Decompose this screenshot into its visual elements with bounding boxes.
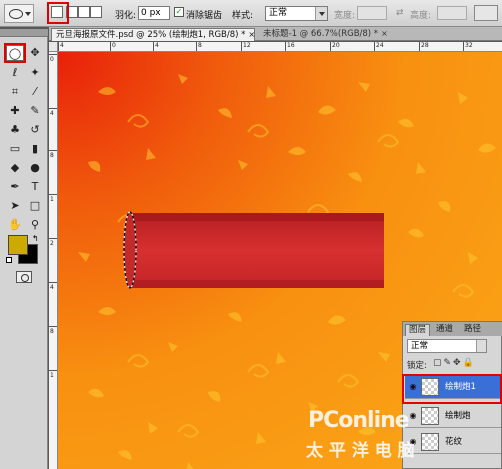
lasso-tool[interactable]: ℓ	[6, 65, 24, 81]
crop-tool[interactable]: ⌗	[6, 84, 24, 100]
intersect-selection-button[interactable]	[90, 6, 102, 18]
options-bar: 羽化: 0 px ✓ 消除锯齿 样式: 正常 宽度: ⇄ 高度:	[0, 0, 502, 27]
lock-icons[interactable]: ▢✎✥🔒	[433, 358, 476, 368]
zoom-tool[interactable]: ⚲	[26, 217, 44, 233]
tab-paths[interactable]: 路径	[461, 324, 484, 336]
tab-document-2[interactable]: 未标题-1 @ 66.7%(RGB/8) * ×	[259, 28, 424, 41]
clone-stamp-tool[interactable]: ♣	[6, 122, 24, 138]
watermark-chinese: 太 平 洋 电 脑	[306, 441, 415, 461]
chevron-down-icon	[315, 7, 327, 20]
subtract-from-selection-button[interactable]	[78, 6, 90, 18]
annotation-highlight	[402, 374, 502, 404]
layers-panel-tabs: 图层 通道 路径	[403, 322, 502, 336]
eraser-tool[interactable]: ▭	[6, 141, 24, 157]
tab-document-1[interactable]: 元旦海报原文件.psd @ 25% (绘制炮1, RGB/8) * ×	[51, 28, 255, 41]
ruler-label: 1	[50, 372, 54, 379]
ruler-label: 4	[50, 284, 54, 291]
ruler-label: 4	[50, 110, 54, 117]
chevron-down-icon	[476, 340, 486, 352]
tab-layers[interactable]: 图层	[405, 324, 431, 336]
ruler-label: 1	[50, 196, 54, 203]
ruler-label: 2	[50, 240, 54, 247]
ruler-label: 16	[287, 42, 295, 49]
style-select[interactable]: 正常	[265, 6, 328, 21]
toolbox-grip[interactable]	[0, 29, 48, 37]
hand-tool[interactable]: ✋	[6, 217, 24, 233]
style-select-value: 正常	[269, 8, 288, 18]
swap-dimensions-icon[interactable]: ⇄	[396, 8, 404, 18]
close-icon[interactable]: ×	[381, 29, 388, 38]
refine-edge-button[interactable]	[474, 5, 498, 21]
feather-input[interactable]: 0 px	[138, 6, 170, 20]
type-tool[interactable]: T	[26, 179, 44, 195]
ruler-label: 4	[155, 42, 159, 49]
healing-brush-tool[interactable]: ✚	[6, 103, 24, 119]
height-label: 高度:	[410, 11, 432, 21]
path-selection-tool[interactable]: ➤	[6, 198, 24, 214]
magic-wand-tool[interactable]: ✦	[26, 65, 44, 81]
default-colors-icon[interactable]	[6, 257, 12, 263]
history-brush-tool[interactable]: ↺	[26, 122, 44, 138]
ellipse-icon	[9, 9, 23, 19]
tab-label: 未标题-1 @ 66.7%(RGB/8) *	[263, 29, 379, 39]
ruler-label: 20	[332, 42, 340, 49]
tab-label: 元旦海报原文件.psd @ 25% (绘制炮1, RGB/8) *	[56, 30, 246, 40]
document-tabs: 元旦海报原文件.psd @ 25% (绘制炮1, RGB/8) * × 未标题-1…	[49, 27, 502, 41]
height-input[interactable]	[437, 6, 467, 20]
watermark-brand: PConline	[308, 408, 410, 433]
ruler-label: 32	[465, 42, 473, 49]
feather-label: 羽化:	[115, 11, 137, 21]
quick-mask-button[interactable]	[16, 271, 32, 283]
ruler-label: 0	[112, 42, 116, 49]
blend-mode-select[interactable]: 正常	[407, 339, 487, 353]
pen-tool[interactable]: ✒	[6, 179, 24, 195]
antialias-label: 消除锯齿	[186, 11, 223, 21]
ruler-label: 8	[50, 152, 54, 159]
blur-tool[interactable]: ◆	[6, 160, 24, 176]
ruler-vertical: 0 4 8 1 2 4 8 1	[49, 52, 58, 469]
slice-tool[interactable]: ⁄	[26, 84, 44, 100]
brush-tool[interactable]: ✎	[26, 103, 44, 119]
swap-colors-icon[interactable]: ↰	[32, 234, 39, 243]
width-input[interactable]	[357, 6, 387, 20]
tab-channels[interactable]: 通道	[433, 324, 456, 336]
ruler-label: 8	[198, 42, 202, 49]
style-label: 样式:	[232, 11, 254, 21]
cylinder-body	[128, 213, 384, 288]
close-icon[interactable]: ×	[248, 30, 254, 39]
move-tool[interactable]: ✥	[26, 45, 44, 61]
annotation-highlight	[4, 43, 26, 63]
blend-mode-value: 正常	[411, 341, 429, 351]
antialias-checkbox[interactable]: ✓	[174, 7, 184, 17]
chevron-down-icon	[25, 12, 31, 16]
watermark: PConline 太 平 洋 电 脑	[296, 404, 502, 469]
ruler-label: 12	[243, 42, 251, 49]
gradient-tool[interactable]: ▮	[26, 141, 44, 157]
ruler-label: 0	[50, 56, 54, 63]
ruler-label: 4	[60, 42, 64, 49]
shape-tool[interactable]: □	[26, 198, 44, 214]
width-label: 宽度:	[334, 11, 356, 21]
tool-preset-picker[interactable]	[4, 4, 34, 23]
lock-label: 锁定:	[407, 361, 427, 371]
dodge-tool[interactable]: ●	[26, 160, 44, 176]
ruler-horizontal: 4 0 4 8 12 16 20 24 28 32	[58, 42, 502, 52]
ruler-origin[interactable]	[49, 42, 58, 52]
annotation-highlight	[47, 2, 69, 24]
ruler-label: 28	[421, 42, 429, 49]
toolbox: ◯ ✥ ℓ ✦ ⌗ ⁄ ✚ ✎ ♣ ↺ ▭ ▮ ◆ ● ✒ T ➤ □ ✋ ⚲ …	[0, 29, 48, 469]
ruler-label: 24	[376, 42, 384, 49]
ruler-label: 8	[50, 328, 54, 335]
foreground-color-swatch[interactable]	[8, 235, 28, 255]
